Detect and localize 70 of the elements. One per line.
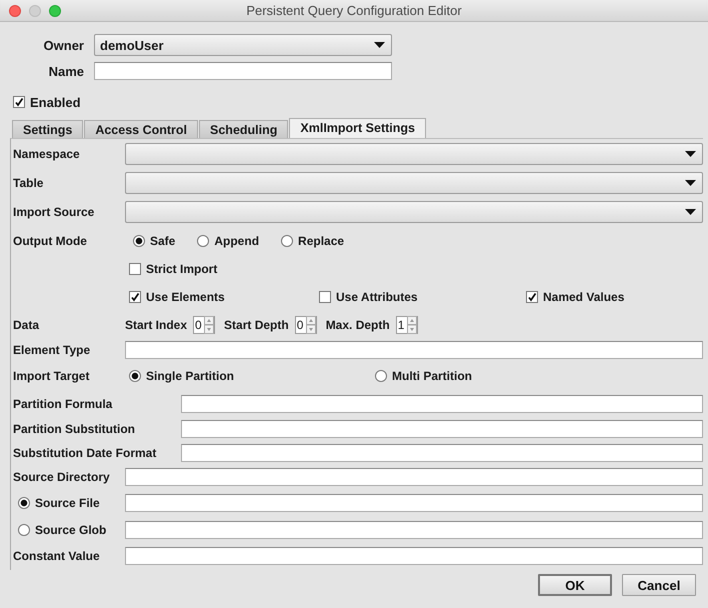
field-label: Output Mode	[13, 234, 88, 248]
checkbox-label: Use Attributes	[336, 290, 418, 304]
caret-icon	[374, 42, 385, 48]
field-label: Table	[13, 176, 44, 190]
radio-label: Source File	[35, 496, 100, 510]
dropdown[interactable]	[125, 142, 703, 164]
radio-label: Multi Partition	[392, 369, 472, 383]
tab[interactable]: Settings	[12, 120, 84, 138]
checkbox[interactable]	[129, 291, 141, 303]
text-field[interactable]	[181, 420, 703, 438]
number-spinner[interactable]: 1	[396, 316, 418, 334]
zoom-icon[interactable]	[49, 5, 61, 17]
checkbox-label: Named Values	[543, 290, 624, 304]
field-label: Partition Substitution	[13, 422, 136, 436]
checkbox[interactable]	[13, 96, 25, 108]
radio-button[interactable]	[375, 370, 387, 382]
checkbox-label: Strict Import	[146, 262, 218, 276]
checkbox[interactable]	[129, 263, 141, 275]
field-label: Source Directory	[13, 470, 111, 484]
spinner-label: Start Depth	[224, 318, 289, 332]
field-label: Namespace	[13, 146, 81, 160]
radio-label: Append	[214, 234, 260, 248]
window-title: Persistent Query Configuration Editor	[246, 3, 462, 18]
number-spinner[interactable]: 0	[193, 316, 216, 334]
radio-label: Source Glob	[35, 522, 106, 536]
text-field[interactable]	[125, 341, 703, 359]
field-label: Element Type	[13, 343, 92, 357]
text-field[interactable]	[181, 394, 703, 412]
radio-label: Replace	[298, 234, 344, 248]
radio-button[interactable]	[197, 234, 210, 246]
caret-icon	[685, 150, 696, 156]
field-label: Import Target	[13, 369, 90, 383]
checkbox[interactable]	[319, 291, 331, 303]
tab[interactable]: XmlImport Settings	[289, 118, 426, 138]
dialog-button[interactable]: OK	[538, 574, 612, 596]
spinner-label: Start Index	[125, 318, 188, 332]
radio-button[interactable]	[281, 234, 294, 246]
radio-button[interactable]	[129, 370, 141, 382]
field-label: Name	[48, 64, 84, 78]
text-field[interactable]	[125, 547, 703, 565]
name-field[interactable]	[94, 62, 392, 80]
radio-button[interactable]	[133, 234, 145, 246]
field-label: Substitution Date Format	[13, 446, 158, 460]
field-label: Import Source	[13, 204, 96, 218]
owner-dropdown[interactable]: demoUser	[94, 34, 392, 56]
field-label: Partition Formula	[13, 396, 114, 410]
tab[interactable]: Access Control	[84, 120, 198, 138]
dialog-button[interactable]: Cancel	[622, 574, 696, 596]
radio-button[interactable]	[18, 524, 30, 536]
text-field[interactable]	[125, 520, 703, 538]
dropdown[interactable]	[125, 200, 703, 222]
text-field[interactable]	[125, 494, 703, 512]
text-field[interactable]	[125, 468, 703, 486]
checkbox-label: Use Elements	[146, 290, 225, 304]
caret-icon	[685, 180, 696, 186]
dropdown[interactable]	[125, 172, 703, 194]
spinner-label: Max. Depth	[326, 318, 390, 332]
close-icon[interactable]	[9, 5, 21, 17]
field-label: Constant Value	[13, 549, 101, 563]
checkbox[interactable]	[526, 291, 538, 303]
text-field[interactable]	[181, 444, 703, 462]
tab[interactable]: Scheduling	[199, 120, 288, 138]
number-spinner[interactable]: 0	[294, 316, 317, 334]
caret-icon	[685, 208, 696, 214]
radio-label: Safe	[150, 234, 176, 248]
checkbox-label: Enabled	[30, 94, 81, 110]
field-label: Data	[13, 318, 40, 332]
radio-label: Single Partition	[146, 369, 234, 383]
radio-button[interactable]	[18, 496, 30, 508]
field-label: Owner	[42, 38, 84, 52]
